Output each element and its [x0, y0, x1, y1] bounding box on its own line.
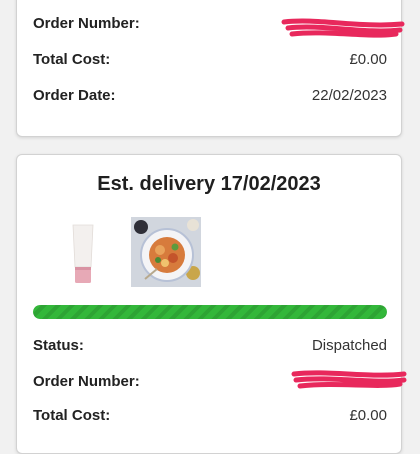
status-row: Status: Dispatched — [33, 337, 387, 354]
order-date-value: 22/02/2023 — [311, 87, 387, 104]
status-value: Dispatched — [311, 337, 387, 354]
order-card-1: Order Number: Total Cost: £0.00 Order Da… — [16, 0, 402, 137]
total-cost-value: £0.00 — [349, 51, 387, 68]
food-plate-product-image[interactable] — [131, 217, 201, 287]
order-number-label: Order Number: — [33, 15, 140, 32]
total-cost-value: £0.00 — [349, 407, 387, 424]
total-cost-row: Total Cost: £0.00 — [33, 51, 387, 68]
order-date-label: Order Date: — [33, 87, 116, 104]
order-card-2[interactable]: Est. delivery 17/02/2023 Status: Dispatc… — [16, 154, 402, 454]
tube-product-image[interactable] — [65, 219, 101, 289]
total-cost-label: Total Cost: — [33, 407, 111, 424]
order-number-row: Order Number: — [33, 15, 387, 32]
status-label: Status: — [33, 337, 84, 354]
delivery-progress-fill — [33, 305, 387, 319]
order-number-label: Order Number: — [33, 373, 140, 390]
total-cost-label: Total Cost: — [33, 51, 111, 68]
order-number-row: Order Number: — [33, 373, 387, 390]
delivery-progress-bar — [33, 305, 387, 319]
order-date-row: Order Date: 22/02/2023 — [33, 87, 387, 104]
total-cost-row: Total Cost: £0.00 — [33, 407, 387, 424]
estimated-delivery-heading: Est. delivery 17/02/2023 — [97, 173, 321, 195]
